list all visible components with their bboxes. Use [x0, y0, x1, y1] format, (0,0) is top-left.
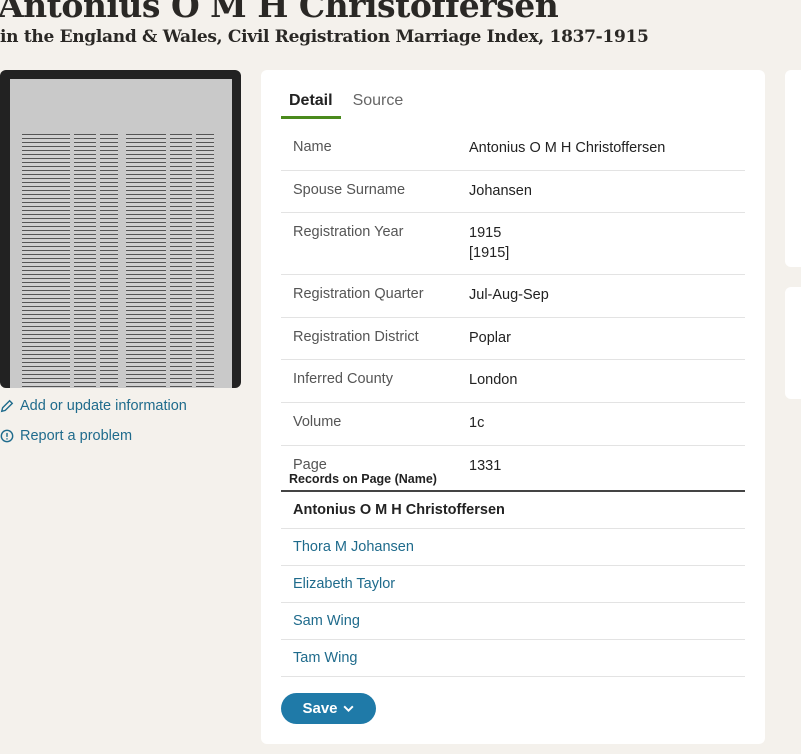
detail-value: London — [469, 372, 518, 389]
record-item-link[interactable]: Sam Wing — [281, 603, 745, 640]
record-item-link[interactable]: Thora M Johansen — [281, 529, 745, 566]
side-panel-card — [785, 70, 801, 267]
tab-bar: Detail Source — [281, 92, 411, 119]
detail-label: Name — [293, 139, 332, 155]
add-update-info-label: Add or update information — [20, 398, 187, 414]
detail-table: Name Antonius O M H Christoffersen Spous… — [281, 128, 745, 487]
page-subtitle: in the England & Wales, Civil Registrati… — [0, 27, 649, 47]
detail-value: 1c — [469, 414, 485, 431]
detail-label: Spouse Surname — [293, 181, 406, 198]
detail-value-year-bracketed: [1915] — [469, 244, 510, 261]
detail-label: Registration Quarter — [293, 286, 424, 303]
detail-label: Inferred County — [293, 371, 393, 388]
detail-row-registration-district: Registration District Poplar — [281, 318, 745, 361]
save-button[interactable]: Save — [281, 693, 376, 724]
detail-row-registration-year: Registration Year 1915 [1915] — [281, 213, 745, 276]
report-problem-link[interactable]: Report a problem — [0, 428, 132, 444]
record-detail-card: Detail Source Name Antonius O M H Christ… — [261, 70, 765, 744]
record-image-page — [10, 79, 232, 388]
detail-row-name: Name Antonius O M H Christoffersen — [281, 128, 745, 171]
detail-label: Registration Year — [293, 224, 404, 241]
report-problem-label: Report a problem — [20, 428, 133, 444]
records-header: Records on Page (Name) — [281, 470, 745, 492]
detail-value: 1915 [1915] — [469, 224, 509, 263]
page-title: Antonius O M H Christoffersen — [0, 0, 559, 25]
tab-source[interactable]: Source — [345, 92, 412, 119]
detail-value-year: 1915 — [469, 225, 502, 242]
detail-value: Jul-Aug-Sep — [469, 287, 549, 304]
detail-value: Poplar — [469, 329, 511, 346]
detail-label: Registration District — [293, 328, 419, 345]
detail-row-volume: Volume 1c — [281, 403, 745, 446]
record-image-thumbnail[interactable] — [0, 70, 241, 388]
detail-row-spouse-surname: Spouse Surname Johansen — [281, 171, 745, 214]
chevron-down-icon — [342, 705, 354, 713]
detail-row-inferred-county: Inferred County London — [281, 360, 745, 403]
record-item-current: Antonius O M H Christoffersen — [281, 492, 745, 529]
record-item-link[interactable]: Elizabeth Taylor — [281, 566, 745, 603]
save-label: Save — [302, 700, 338, 717]
detail-row-registration-quarter: Registration Quarter Jul-Aug-Sep — [281, 275, 745, 318]
detail-label: Volume — [293, 413, 342, 430]
side-panel-card — [785, 287, 801, 399]
alert-circle-icon — [0, 429, 14, 443]
pencil-icon — [0, 399, 14, 413]
add-update-info-link[interactable]: Add or update information — [0, 398, 187, 414]
record-item-link[interactable]: Tam Wing — [281, 640, 745, 677]
detail-value: Johansen — [469, 182, 532, 199]
records-on-page: Records on Page (Name) Antonius O M H Ch… — [281, 470, 745, 677]
tab-detail[interactable]: Detail — [281, 92, 341, 119]
detail-value: Antonius O M H Christoffersen — [469, 140, 666, 156]
